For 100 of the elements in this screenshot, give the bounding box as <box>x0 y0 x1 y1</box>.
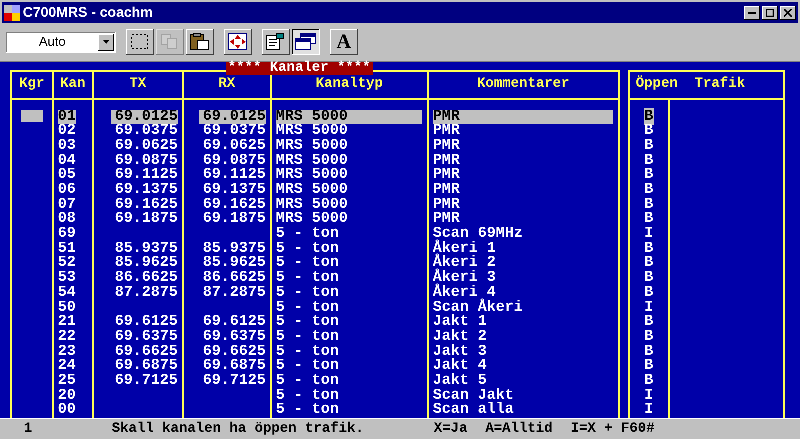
rx-frequency-cell-text: 87.2875 <box>202 286 266 300</box>
tx-frequency-cell-text: 86.6625 <box>114 271 178 286</box>
channel-cell: 23 <box>58 344 76 360</box>
rx-frequency-cell-text: 69.0375 <box>202 124 266 139</box>
tx-frequency-cell-text: 85.9375 <box>114 242 178 256</box>
rx-frequency-cell-text: 69.6125 <box>202 315 266 330</box>
channel-cell: 03 <box>58 138 76 154</box>
channel-cell: 00 <box>58 403 76 418</box>
rx-frequency-cell-text: 69.0875 <box>202 154 266 168</box>
channel-type-cell-text: MRS 5000 <box>276 168 350 183</box>
app-icon <box>4 4 20 21</box>
window-title: C700MRS - coachm <box>23 3 153 22</box>
rx-frequency-cell-text: 85.9625 <box>202 256 266 272</box>
clipboard-icon <box>190 33 210 52</box>
open-traffic-cell: B <box>644 136 654 154</box>
channel-type-cell-text: 5 - ton <box>276 300 340 316</box>
channel-type-cell-text: 5 - ton <box>276 227 340 242</box>
channel-type-cell-text: 5 - ton <box>276 344 340 360</box>
channel-type-cell-text: 5 - ton <box>276 315 340 330</box>
channel-type-cell-text: MRS 5000 <box>276 124 350 139</box>
open-traffic-cell: B <box>644 357 654 374</box>
selection-icon <box>131 34 149 50</box>
channel-cell: 52 <box>58 256 76 272</box>
windows-icon <box>295 33 317 52</box>
open-traffic-cell: I <box>644 401 654 418</box>
channel-cell: 04 <box>58 154 76 168</box>
open-traffic-cell: B <box>644 181 654 198</box>
open-traffic-cell: B <box>644 313 654 330</box>
font-button[interactable]: A <box>330 29 358 56</box>
column-header: Kan <box>54 72 92 100</box>
copy-icon <box>161 34 179 50</box>
channel-type-cell-text: 5 - ton <box>276 256 340 272</box>
form-icon <box>266 33 286 52</box>
close-button[interactable] <box>780 6 796 20</box>
toolbar-button[interactable] <box>292 29 320 56</box>
close-icon <box>784 8 792 17</box>
arrows-icon <box>228 33 248 52</box>
tx-frequency-cell-text: 69.0625 <box>114 138 178 154</box>
comment-cell-text: PMR <box>433 198 462 212</box>
channel-type-cell-text: 5 - ton <box>276 359 340 374</box>
open-traffic-cell: B <box>644 328 654 345</box>
channel-type-cell-text: MRS 5000 <box>276 212 350 228</box>
comment-cell-text: Scan alla <box>433 403 516 418</box>
channel-type-cell-text: MRS 5000 <box>276 154 350 168</box>
comment-cell-text: Jakt 2 <box>433 330 488 345</box>
rx-frequency-cell-text: 69.6375 <box>202 330 266 345</box>
comment-cell-text: Jakt 5 <box>433 374 488 389</box>
channel-cell: 50 <box>58 300 76 316</box>
tx-frequency-cell-text: 69.6875 <box>114 359 178 374</box>
status-message: Skall kanalen ha öppen trafik. <box>112 420 366 438</box>
rx-frequency-cell-text: 86.6625 <box>202 271 266 286</box>
tx-frequency-cell-text: 87.2875 <box>114 286 178 300</box>
channel-type-cell-text: 5 - ton <box>276 271 340 286</box>
rx-frequency-cell: 69.0125 <box>198 110 266 124</box>
channel-cell: 06 <box>58 183 76 198</box>
channel-cell: 07 <box>58 198 76 212</box>
rx-frequency-cell-text: 69.6625 <box>202 344 266 360</box>
open-traffic-cell: I <box>644 386 654 404</box>
channel-type-cell-text: 5 - ton <box>276 242 340 256</box>
open-traffic-cell: B <box>644 342 654 360</box>
channel-type-cell-text: MRS 5000 <box>276 183 350 198</box>
key-hint: A=Alltid <box>486 420 553 438</box>
channel-type-cell-text: 5 - ton <box>276 286 340 300</box>
open-traffic-cell: B <box>644 240 654 257</box>
open-traffic-cell: B <box>644 196 654 213</box>
open-traffic-cell: B <box>644 152 654 169</box>
caret-icon <box>102 40 110 44</box>
channel-cell: 22 <box>58 330 76 345</box>
channel-cell: 05 <box>58 168 76 183</box>
open-traffic-cell: B <box>644 108 654 125</box>
maximize-button[interactable] <box>762 6 778 20</box>
column-header: RX <box>184 72 270 100</box>
rx-frequency-cell-text: 85.9375 <box>202 242 266 256</box>
channel-cell: 02 <box>58 124 76 139</box>
zoom-dropdown[interactable]: Auto <box>6 32 116 53</box>
tx-frequency-cell-text: 69.6625 <box>114 344 178 360</box>
open-traffic-cell: B <box>644 166 654 184</box>
tx-frequency-cell-text: 69.1875 <box>114 212 178 228</box>
comment-cell-text: Jakt 4 <box>433 359 488 374</box>
open-traffic-cell: B <box>644 254 654 272</box>
open-traffic-cell: B <box>644 269 654 286</box>
column-header: Kanaltyp <box>272 72 427 100</box>
open-traffic-cell: I <box>644 298 654 316</box>
channel-cell: 21 <box>58 315 76 330</box>
open-traffic-cell: I <box>644 225 654 242</box>
column-header: Kgr <box>12 72 52 100</box>
channel-cell: 01 <box>58 110 76 124</box>
channel-cell: 20 <box>58 388 76 404</box>
rx-frequency-cell-text: 69.7125 <box>202 374 266 389</box>
column-header: Öppen Trafik <box>630 72 783 100</box>
open-traffic-cell: B <box>644 372 654 389</box>
minimize-button[interactable] <box>744 6 760 20</box>
minimize-icon <box>748 12 756 14</box>
channel-type-cell-text: 5 - ton <box>276 388 340 404</box>
channel-cell: 54 <box>58 286 76 300</box>
channel-cell: 24 <box>58 359 76 374</box>
comment-cell-text: Jakt 3 <box>433 344 488 360</box>
tx-frequency-cell-text: 69.7125 <box>114 374 178 389</box>
comment-cell: PMR <box>433 110 613 124</box>
open-traffic-cell: B <box>644 210 654 228</box>
